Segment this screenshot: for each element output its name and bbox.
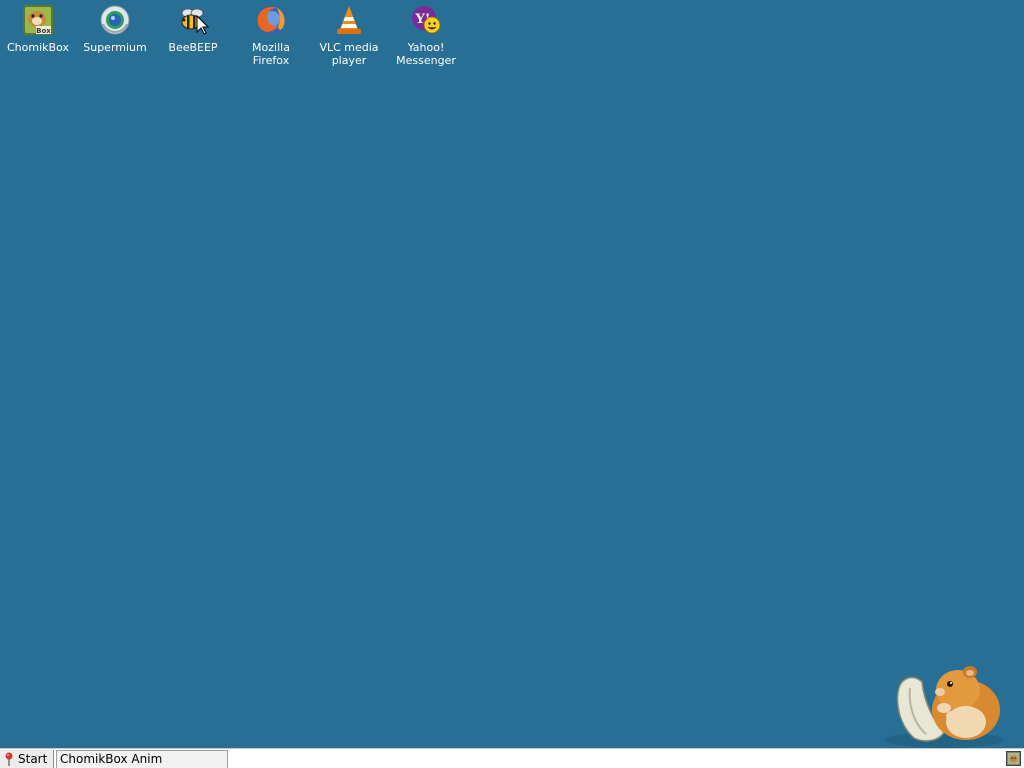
desktop-icon-label: Mozilla Firefox <box>252 41 290 67</box>
supermium-icon <box>100 5 130 35</box>
svg-text:Box: Box <box>36 27 51 35</box>
desktop-icon-label: VLC media player <box>319 41 379 67</box>
desktop-icon-firefox[interactable]: Mozilla Firefox <box>234 4 308 67</box>
desktop-icon-beebeep[interactable]: BeeBEEP <box>156 4 230 54</box>
vlc-icon <box>337 6 361 34</box>
start-button[interactable]: Start <box>0 750 54 768</box>
desktop[interactable]: Box ChomikBox Supermium BeeBEEP Mozilla … <box>0 0 1024 748</box>
chomikbox-icon: Box <box>23 5 53 35</box>
taskbar-item-chomikbox-anim[interactable]: ChomikBox Anim <box>56 750 228 768</box>
desktop-icon-label: Yahoo! Messenger <box>396 41 456 67</box>
beebeep-icon <box>181 8 209 35</box>
desktop-icon-supermium[interactable]: Supermium <box>78 4 152 54</box>
chomikbox-tray-icon[interactable] <box>1006 751 1021 766</box>
desktop-icon-vlc[interactable]: VLC media player <box>312 4 386 67</box>
taskbar: Start ChomikBox Anim <box>0 748 1024 768</box>
firefox-icon <box>257 6 285 34</box>
desktop-icon-chomikbox[interactable]: Box ChomikBox <box>1 4 75 54</box>
start-label: Start <box>18 752 48 766</box>
desktop-icon-label: BeeBEEP <box>168 41 218 54</box>
start-pin-icon <box>5 752 13 766</box>
desktop-icon-yahoo-messenger[interactable]: Y! Yahoo! Messenger <box>389 4 463 67</box>
taskbar-item-label: ChomikBox Anim <box>60 752 163 766</box>
yahoo-messenger-icon: Y! <box>412 6 441 34</box>
desktop-icon-label: Supermium <box>83 41 147 54</box>
hamster-mascot-image <box>884 666 1004 748</box>
desktop-icon-label: ChomikBox <box>7 41 69 54</box>
